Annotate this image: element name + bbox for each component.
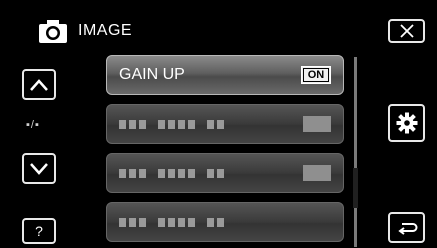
camera-icon bbox=[39, 20, 67, 43]
chevron-down-icon bbox=[30, 162, 48, 175]
placeholder-text bbox=[119, 168, 224, 178]
return-icon bbox=[397, 222, 417, 235]
close-icon bbox=[399, 24, 414, 38]
placeholder-badge bbox=[303, 116, 331, 132]
header: IMAGE bbox=[38, 18, 132, 44]
settings-button[interactable] bbox=[388, 104, 425, 142]
status-badge: ON bbox=[301, 66, 331, 84]
menu-item-disabled bbox=[106, 153, 344, 193]
help-label: ? bbox=[35, 223, 43, 239]
chevron-up-icon bbox=[30, 78, 48, 91]
menu-item-gain-up[interactable]: GAIN UP ON bbox=[106, 55, 344, 95]
screen-title: IMAGE bbox=[78, 22, 133, 39]
close-button[interactable] bbox=[388, 19, 425, 43]
placeholder-text bbox=[119, 217, 224, 227]
scrollbar-thumb[interactable] bbox=[353, 168, 358, 208]
menu-item-label: GAIN UP bbox=[119, 66, 185, 83]
placeholder-badge bbox=[303, 165, 331, 181]
gear-icon bbox=[396, 112, 417, 134]
back-button[interactable] bbox=[388, 212, 425, 243]
menu-item-disabled bbox=[106, 202, 344, 242]
menu-item-disabled bbox=[106, 104, 344, 144]
placeholder-text bbox=[119, 119, 224, 129]
scroll-up-button[interactable] bbox=[22, 69, 56, 100]
scrollbar-track[interactable] bbox=[354, 57, 357, 247]
help-button[interactable]: ? bbox=[22, 218, 56, 244]
page-indicator: ▪/▪ bbox=[26, 119, 40, 131]
scroll-down-button[interactable] bbox=[22, 153, 56, 184]
